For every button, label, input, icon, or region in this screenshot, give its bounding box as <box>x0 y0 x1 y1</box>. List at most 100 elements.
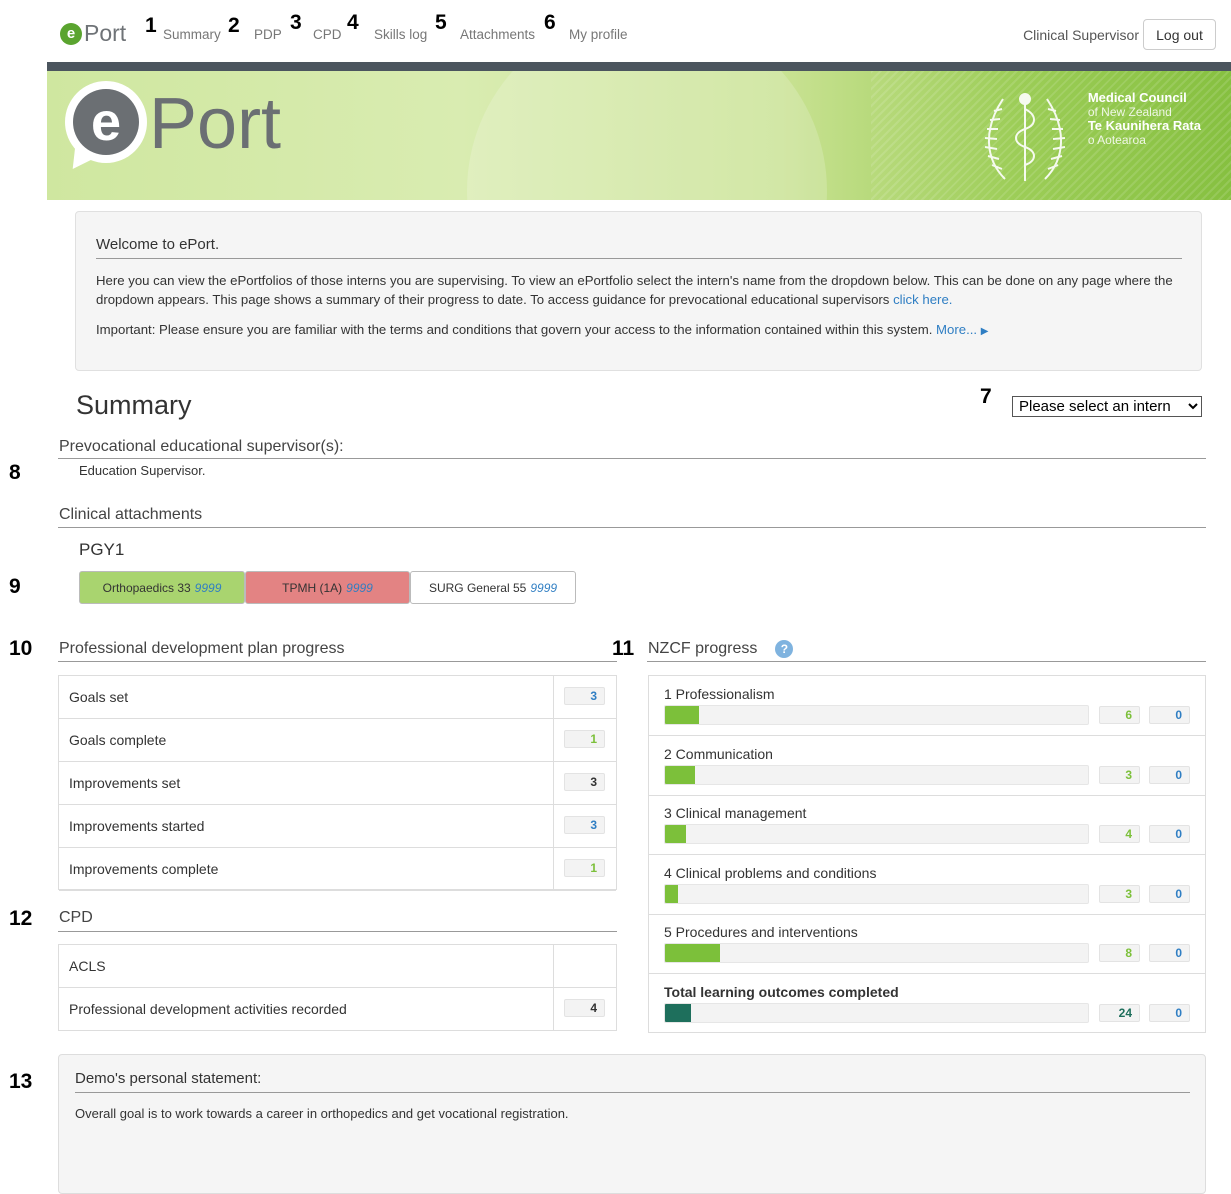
nzcf-heading: NZCF progress? <box>648 640 794 658</box>
pdp-value-cell: 3 <box>553 762 616 804</box>
nzcf-progress-fill <box>665 706 699 724</box>
attachments-heading: Clinical attachments <box>59 506 203 523</box>
divider <box>75 1092 1190 1093</box>
completed-count-badge: 3 <box>1099 765 1140 784</box>
callout-number: 7 <box>980 385 992 408</box>
nzcf-progress-fill <box>665 944 720 962</box>
eport-logo-icon: e <box>60 22 82 45</box>
cpd-row-label: Professional development activities reco… <box>69 1001 347 1017</box>
nzcf-item-name: 4 Clinical problems and conditions <box>664 864 877 881</box>
nzcf-row: 3 Clinical management 4 0 <box>649 795 1205 855</box>
callout-number: 9 <box>9 575 21 598</box>
cpd-count-badge: 4 <box>564 999 605 1017</box>
divider <box>58 931 617 932</box>
cpd-row: ACLS <box>59 945 616 988</box>
callout-number: 11 <box>612 637 635 660</box>
nav-skills-log[interactable]: Skills log <box>374 27 427 42</box>
divider <box>58 458 1206 459</box>
callout-number: 12 <box>9 907 33 930</box>
pdp-row-label: Improvements started <box>69 818 205 834</box>
welcome-terms: Important: Please ensure you are familia… <box>96 322 989 337</box>
nzcf-row: 4 Clinical problems and conditions 3 0 <box>649 855 1205 915</box>
divider <box>96 258 1182 259</box>
nzcf-total-row: Total learning outcomes completed 24 0 <box>649 974 1205 1034</box>
pdp-value-cell: 3 <box>553 676 616 718</box>
callout-number: 4 <box>347 11 359 34</box>
speech-bubble-icon: e <box>62 81 147 176</box>
nav-pdp[interactable]: PDP <box>254 27 282 42</box>
intern-select[interactable]: Please select an intern <box>1012 396 1202 417</box>
callout-number: 10 <box>9 637 33 660</box>
nzcf-item-name: Total learning outcomes completed <box>664 983 899 1000</box>
nzcf-row: 2 Communication 3 0 <box>649 736 1205 796</box>
pgy-label: PGY1 <box>79 540 125 559</box>
pending-count-badge: 0 <box>1149 706 1190 724</box>
brand-logo-link[interactable]: e Port <box>60 20 126 47</box>
pdp-row-label: Goals complete <box>69 732 167 748</box>
caret-right-icon: ▶ <box>980 326 989 337</box>
pdp-heading: Professional development plan progress <box>59 640 345 657</box>
cpd-table: ACLS Professional development activities … <box>58 944 617 1031</box>
nav-attachments[interactable]: Attachments <box>460 27 535 42</box>
nav-my-profile[interactable]: My profile <box>569 27 628 42</box>
pdp-count-badge: 3 <box>564 687 605 705</box>
current-user-label: Clinical Supervisor <box>1023 27 1139 43</box>
nzcf-item-name: 5 Procedures and interventions <box>664 924 858 940</box>
mcnz-logo-text: Medical Council of New Zealand Te Kaunih… <box>1087 90 1201 148</box>
personal-statement-panel: Demo's personal statement: Overall goal … <box>58 1054 1206 1194</box>
callout-number: 5 <box>435 11 447 34</box>
pending-count-badge: 0 <box>1149 944 1190 962</box>
nzcf-progress-fill <box>665 884 678 903</box>
nav-summary[interactable]: Summary <box>163 27 221 42</box>
cpd-row: Professional development activities reco… <box>59 988 616 1031</box>
cpd-value-cell <box>553 945 616 987</box>
nzcf-progress-fill <box>665 825 686 843</box>
pdp-row-label: Improvements set <box>69 775 181 791</box>
brand-text: Port <box>84 20 127 46</box>
nzcf-row: 5 Procedures and interventions 8 0 <box>649 914 1205 974</box>
pdp-count-badge: 1 <box>564 730 605 748</box>
completed-count-badge: 24 <box>1099 1003 1140 1022</box>
page-title: Summary <box>76 390 192 420</box>
attachment-pill[interactable]: SURG General 55 9999 <box>410 571 576 604</box>
pdp-value-cell: 3 <box>553 805 616 847</box>
banner-logo-text: Port <box>149 84 282 164</box>
completed-count-badge: 3 <box>1099 884 1140 903</box>
nav-cpd[interactable]: CPD <box>313 27 342 42</box>
pdp-row: Goals complete 1 <box>59 719 616 762</box>
banner-glow <box>467 71 827 200</box>
nzcf-progress-fill <box>665 765 695 784</box>
nzcf-progress-table: 1 Professionalism 6 0 2 Communication 3 0 3 Cl… <box>648 675 1206 1033</box>
pending-count-badge: 0 <box>1149 765 1190 784</box>
welcome-panel: Welcome to ePort. Here you can view the … <box>75 211 1202 371</box>
pending-count-badge: 0 <box>1149 1003 1190 1022</box>
pdp-row: Improvements complete 1 <box>59 848 616 891</box>
nzcf-progress-bar <box>664 943 1089 963</box>
more-link[interactable]: More... ▶ <box>936 322 988 337</box>
pdp-row: Goals set 3 <box>59 676 616 719</box>
nzcf-progress-bar <box>664 824 1089 844</box>
divider <box>58 527 1206 528</box>
pdp-value-cell: 1 <box>553 719 616 761</box>
fern-caduceus-icon <box>984 93 1066 181</box>
attachment-pill[interactable]: TPMH (1A) 9999 <box>245 571 410 604</box>
cpd-value-cell: 4 <box>553 988 616 1030</box>
callout-number: 3 <box>290 11 302 34</box>
nzcf-progress-bar <box>664 764 1089 785</box>
callout-number: 1 <box>145 14 157 37</box>
supervisor-heading: Prevocational educational supervisor(s): <box>59 438 344 455</box>
welcome-intro: Here you can view the ePortfolios of tho… <box>96 273 1173 307</box>
help-icon[interactable]: ? <box>775 640 794 658</box>
pdp-row: Improvements started 3 <box>59 805 616 848</box>
pdp-count-badge: 1 <box>564 859 605 877</box>
attachment-pill[interactable]: Orthopaedics 33 9999 <box>79 571 245 604</box>
pdp-count-badge: 3 <box>564 816 605 834</box>
nzcf-progress-bar <box>664 1002 1089 1023</box>
nzcf-progress-bar <box>664 883 1089 904</box>
completed-count-badge: 4 <box>1099 825 1140 843</box>
nzcf-item-name: 1 Professionalism <box>664 686 775 702</box>
banner-stripe <box>47 62 1231 71</box>
logout-button[interactable]: Log out <box>1143 19 1216 50</box>
divider <box>647 661 1206 662</box>
guidance-link[interactable]: click here. <box>893 292 952 307</box>
